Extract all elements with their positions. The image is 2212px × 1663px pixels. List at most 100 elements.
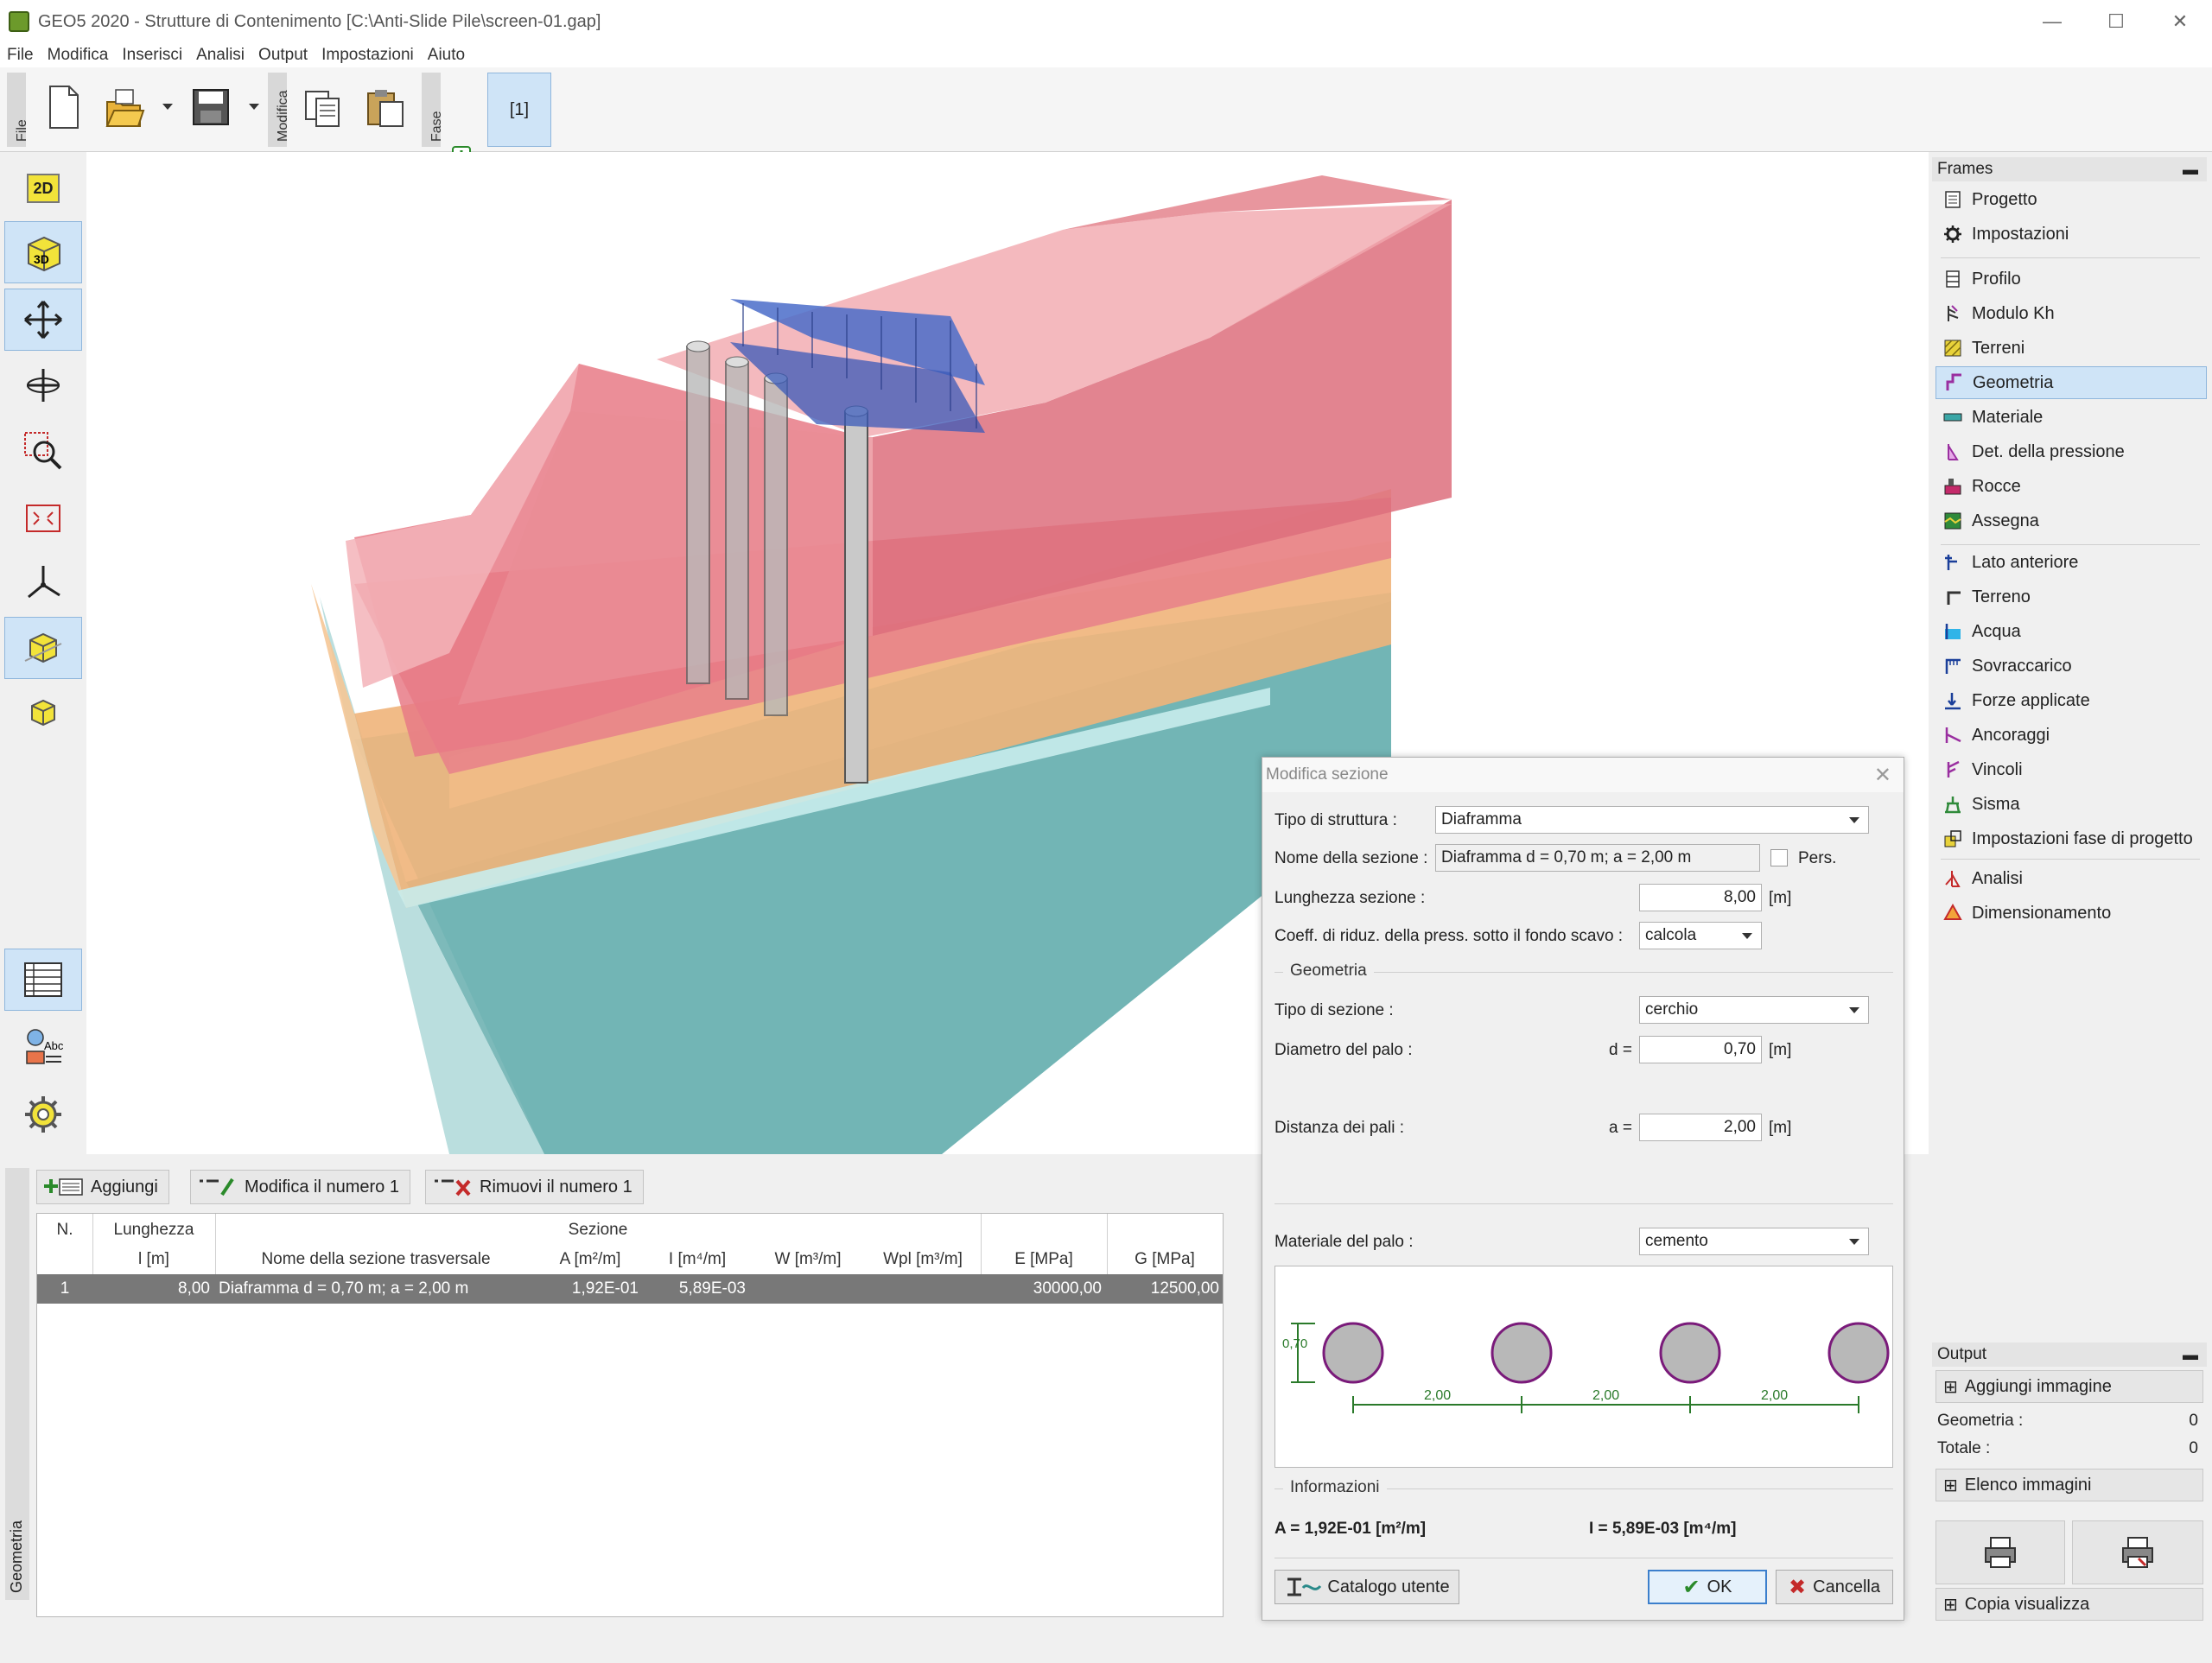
dialog-close-icon[interactable]: ✕ [1874, 763, 1891, 788]
header-length-unit: l [m] [138, 1250, 169, 1268]
area-label: A = [1274, 1520, 1300, 1538]
reduction-select[interactable]: calcola [1639, 922, 1762, 949]
view-mode-button[interactable] [4, 617, 82, 679]
user-catalog-button[interactable]: Catalogo utente [1274, 1570, 1459, 1604]
menu-inserisci[interactable]: Inserisci [115, 46, 189, 65]
frame-vincoli[interactable]: Vincoli [1936, 753, 2207, 786]
copy-view-button[interactable]: ⊞ Copia visualizza [1936, 1588, 2203, 1621]
frame-materiale[interactable]: Materiale [1936, 401, 2207, 434]
section-length-input[interactable]: 8,00 [1639, 884, 1762, 911]
axes-button[interactable] [4, 551, 82, 613]
frame-geometria[interactable]: Geometria [1936, 366, 2207, 399]
output-collapse-icon[interactable]: ▬ [2183, 1342, 2198, 1367]
header-g: G [MPa] [1135, 1250, 1195, 1268]
earthquake-icon [1942, 794, 1963, 815]
save-icon[interactable] [190, 83, 232, 131]
menu-output[interactable]: Output [251, 46, 315, 65]
frame-ancoraggi[interactable]: Ancoraggi [1936, 719, 2207, 752]
section-length-unit: [m] [1769, 889, 1792, 907]
cancel-button-label: Cancella [1813, 1577, 1880, 1596]
material-select[interactable]: cemento [1639, 1228, 1869, 1255]
stage-1-button[interactable]: [1] [487, 73, 551, 147]
spacing-input[interactable]: 2,00 [1639, 1114, 1762, 1141]
frames-collapse-icon[interactable]: ▬ [2183, 157, 2198, 181]
menu-aiuto[interactable]: Aiuto [421, 46, 472, 65]
section-name-field[interactable]: Diaframma d = 0,70 m; a = 2,00 m [1435, 844, 1760, 872]
forces-icon [1942, 690, 1963, 711]
frame-sisma[interactable]: Sisma [1936, 788, 2207, 821]
image-list-button[interactable]: ⊞ Elenco immagini [1936, 1469, 2203, 1501]
zoom-window-button[interactable] [4, 420, 82, 482]
cancel-button[interactable]: ✖ Cancella [1776, 1570, 1893, 1604]
frame-assegna[interactable]: Assegna [1936, 505, 2207, 537]
save-dropdown-icon[interactable] [249, 104, 259, 110]
ok-button[interactable]: ✔ OK [1648, 1570, 1767, 1604]
menu-impostazioni[interactable]: Impostazioni [315, 46, 421, 65]
remove-button[interactable]: Rimuovi il numero 1 [425, 1170, 644, 1204]
frame-label: Rocce [1972, 476, 2021, 496]
frame-modulo-kh[interactable]: Modulo Kh [1936, 297, 2207, 330]
frame-dimensionamento[interactable]: Dimensionamento [1936, 897, 2207, 930]
new-file-icon[interactable] [43, 83, 85, 131]
table-icon [24, 962, 62, 997]
diameter-input[interactable]: 0,70 [1639, 1036, 1762, 1063]
frame-impostazioni-fase[interactable]: Impostazioni fase di progetto [1936, 822, 2207, 855]
structure-type-select[interactable]: Diaframma [1435, 806, 1869, 834]
rotate-button[interactable] [4, 354, 82, 416]
reduction-value: calcola [1645, 926, 1697, 944]
diameter-unit: [m] [1769, 1041, 1792, 1059]
file-tab[interactable]: File [7, 73, 29, 147]
cell-g: 12500,00 [1150, 1279, 1219, 1298]
fase-tab[interactable]: Fase [422, 73, 444, 147]
open-dropdown-icon[interactable] [162, 104, 173, 110]
add-button[interactable]: Aggiungi [36, 1170, 169, 1204]
modifica-tab[interactable]: Modifica [268, 73, 290, 147]
settings-button[interactable] [4, 1083, 82, 1146]
paste-icon[interactable] [365, 83, 406, 131]
table-button[interactable] [4, 949, 82, 1011]
edit-button[interactable]: Modifica il numero 1 [190, 1170, 410, 1204]
supports-icon [1942, 759, 1963, 780]
menu-file[interactable]: File [0, 46, 41, 65]
frame-progetto[interactable]: Progetto [1936, 183, 2207, 216]
frame-sovraccarico[interactable]: Sovraccarico [1936, 650, 2207, 682]
menu-analisi[interactable]: Analisi [189, 46, 251, 65]
minimize-button[interactable]: — [2020, 0, 2084, 43]
frame-lato-anteriore[interactable]: Lato anteriore [1936, 546, 2207, 579]
info-group-label: Informazioni [1283, 1478, 1387, 1497]
print-button[interactable] [1936, 1520, 2065, 1584]
frame-analisi[interactable]: Analisi [1936, 862, 2207, 895]
frame-forze-applicate[interactable]: Forze applicate [1936, 684, 2207, 717]
menu-modifica[interactable]: Modifica [41, 46, 116, 65]
view-3d-button[interactable]: 3D [4, 221, 82, 283]
frame-label: Forze applicate [1972, 690, 2090, 710]
title-bar: GEO5 2020 - Strutture di Contenimento [C… [0, 0, 2212, 43]
table-row[interactable]: 1 8,00 Diaframma d = 0,70 m; a = 2,00 m … [37, 1274, 1223, 1304]
pan-button[interactable] [4, 289, 82, 351]
frame-impostazioni[interactable]: Impostazioni [1936, 218, 2207, 251]
frame-terreno[interactable]: Terreno [1936, 581, 2207, 613]
pers-checkbox[interactable] [1770, 849, 1788, 866]
print-preview-button[interactable] [2072, 1520, 2203, 1584]
view-2d-button[interactable]: 2D [4, 157, 82, 219]
geometria-side-tab[interactable]: Geometria [5, 1168, 29, 1600]
view-default-button[interactable] [4, 682, 82, 745]
labels-button[interactable]: Abc [4, 1016, 82, 1078]
frame-det-pressione[interactable]: Det. della pressione [1936, 435, 2207, 468]
frame-terreni[interactable]: Terreni [1936, 332, 2207, 365]
frame-profilo[interactable]: Profilo [1936, 263, 2207, 295]
add-image-button[interactable]: ⊞ Aggiungi immagine [1936, 1370, 2203, 1403]
inertia-value: 5,89E-03 [1611, 1520, 1680, 1538]
frame-acqua[interactable]: Acqua [1936, 615, 2207, 648]
edit-button-label: Modifica il numero 1 [245, 1177, 399, 1196]
frame-rocce[interactable]: Rocce [1936, 470, 2207, 503]
maximize-button[interactable]: ☐ [2084, 0, 2148, 43]
edit-section-dialog: Modifica sezione ✕ Tipo di struttura : D… [1262, 757, 1904, 1621]
frames-separator [1941, 257, 2200, 258]
zoom-extents-button[interactable] [4, 487, 82, 549]
open-folder-icon[interactable] [104, 83, 145, 131]
close-window-button[interactable]: ✕ [2148, 0, 2212, 43]
copy-icon[interactable] [302, 83, 344, 131]
area-unit: [m²/m] [1376, 1520, 1427, 1538]
section-type-select[interactable]: cerchio [1639, 996, 1869, 1024]
